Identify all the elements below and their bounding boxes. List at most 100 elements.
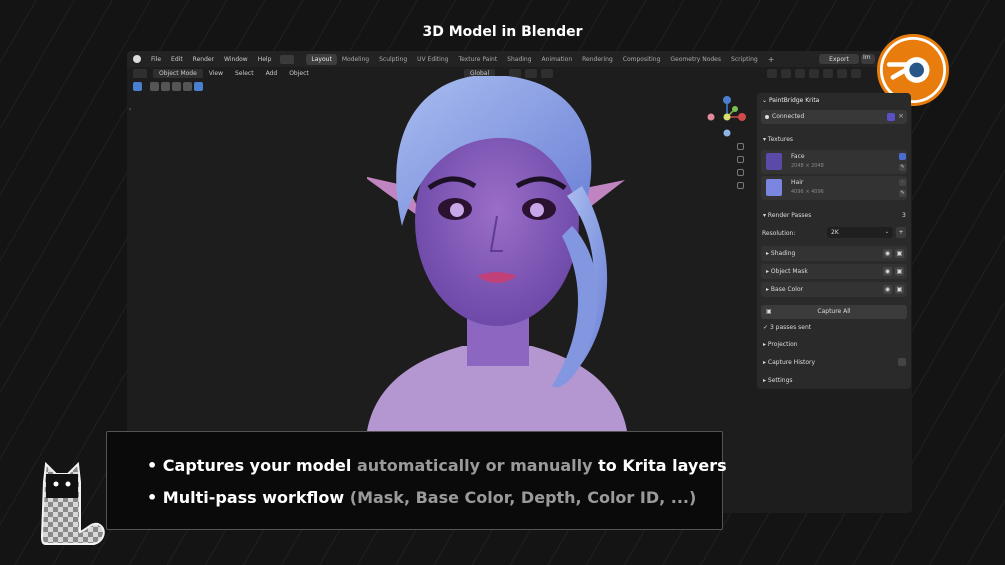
camera-view-icon[interactable]: [737, 169, 744, 176]
mode-dropdown[interactable]: Object Mode: [153, 69, 203, 78]
tab-rendering[interactable]: Rendering: [577, 54, 618, 65]
texture-item-face[interactable]: Face 2048 × 2048 ✎: [761, 150, 907, 174]
add-resolution-button[interactable]: +: [896, 227, 906, 238]
pass-label: Shading: [770, 250, 796, 257]
grid-view-icon[interactable]: [737, 182, 744, 189]
workspace-dropdown[interactable]: [280, 54, 295, 64]
menu-add[interactable]: Add: [260, 70, 284, 77]
capture-all-button[interactable]: ▣ Capture All: [761, 305, 907, 319]
blender-menu-icon[interactable]: [133, 55, 141, 63]
camera-icon: ▣: [766, 308, 772, 315]
shading-solid-button[interactable]: [823, 69, 833, 78]
toolbar-expand-icon[interactable]: ›: [129, 106, 131, 113]
texture-name: Face: [791, 153, 805, 160]
edit-texture-icon[interactable]: ✎: [899, 164, 906, 171]
resolution-label: Resolution:: [762, 230, 796, 237]
menu-edit[interactable]: Edit: [166, 56, 188, 63]
menu-render[interactable]: Render: [188, 56, 219, 63]
gizmo-toggle[interactable]: [781, 69, 791, 78]
texture-thumbnail: [766, 153, 782, 170]
select-invert-icon[interactable]: [183, 82, 192, 91]
edit-texture-icon[interactable]: ✎: [899, 190, 906, 197]
render-passes-header-text: Render Passes: [767, 212, 812, 219]
connection-status: Connected: [772, 113, 805, 120]
viewport-visibility-dropdown[interactable]: [767, 69, 777, 78]
shading-material-button[interactable]: [837, 69, 847, 78]
render-passes-count: 3: [902, 212, 906, 219]
capture-history-header-text: Capture History: [767, 359, 816, 366]
passes-sent-text: 3 passes sent: [769, 324, 812, 331]
texture-item-hair[interactable]: Hair 4096 × 4096 · ✎: [761, 176, 907, 200]
overlay-toggle[interactable]: [795, 69, 805, 78]
eye-icon[interactable]: ◉: [883, 267, 892, 276]
select-mode-toolbar: [133, 82, 203, 91]
menu-file[interactable]: File: [146, 56, 166, 63]
select-extend-icon[interactable]: [161, 82, 170, 91]
menu-help[interactable]: Help: [253, 56, 277, 63]
xray-toggle[interactable]: [809, 69, 819, 78]
import-button[interactable]: Im: [861, 54, 875, 64]
capture-history-section-header[interactable]: ▸ Capture History: [763, 359, 815, 366]
shading-rendered-button[interactable]: [851, 69, 861, 78]
menu-view[interactable]: View: [203, 70, 229, 77]
panel-title[interactable]: ⌄ PaintBridge Krita: [762, 97, 819, 104]
texture-name: Hair: [791, 179, 804, 186]
projection-header-text: Projection: [767, 341, 798, 348]
krita-icon[interactable]: [887, 113, 895, 121]
pass-row-base-color[interactable]: ▸ Base Color ◉ ▣: [761, 282, 907, 297]
disconnect-close-icon[interactable]: ×: [898, 112, 904, 120]
blender-topbar: File Edit Render Window Help Layout Mode…: [127, 51, 912, 67]
panel-title-text: PaintBridge Krita: [768, 97, 820, 104]
connection-status-row: Connected ×: [761, 110, 907, 124]
select-intersect-icon[interactable]: [194, 82, 203, 91]
texture-active-icon[interactable]: [899, 153, 906, 160]
pass-label: Object Mask: [770, 268, 808, 275]
textures-section-header[interactable]: ▾ Textures: [763, 136, 793, 143]
export-button[interactable]: Export: [819, 54, 859, 64]
tab-texture-paint[interactable]: Texture Paint: [453, 54, 502, 65]
select-subtract-icon[interactable]: [172, 82, 181, 91]
tab-animation[interactable]: Animation: [537, 54, 578, 65]
bullet-multipass: • Multi-pass workflow (Mask, Base Color,…: [147, 488, 697, 507]
tab-shading[interactable]: Shading: [502, 54, 536, 65]
resolution-dropdown[interactable]: 2K ⌄: [827, 227, 893, 238]
add-workspace-button[interactable]: +: [763, 55, 780, 64]
cat-mascot-icon: [40, 462, 105, 545]
texture-size: 2048 × 2048: [791, 163, 824, 169]
pass-row-object-mask[interactable]: ▸ Object Mask ◉ ▣: [761, 264, 907, 279]
pan-hand-icon[interactable]: [737, 156, 744, 163]
menu-window[interactable]: Window: [219, 56, 253, 63]
eye-icon[interactable]: ◉: [883, 249, 892, 258]
texture-size: 4096 × 4096: [791, 189, 824, 195]
bullet-capture-part1: Captures your model: [162, 456, 352, 475]
zoom-icon[interactable]: [737, 143, 744, 150]
editor-type-dropdown[interactable]: [133, 69, 147, 78]
tab-layout[interactable]: Layout: [306, 53, 337, 65]
tab-geometry-nodes[interactable]: Geometry Nodes: [665, 54, 726, 65]
bullet-capture-part2: automatically or manually: [356, 456, 593, 475]
projection-section-header[interactable]: ▸ Projection: [763, 341, 798, 348]
tab-scripting[interactable]: Scripting: [726, 54, 763, 65]
tab-uv-editing[interactable]: UV Editing: [412, 54, 453, 65]
tab-compositing[interactable]: Compositing: [618, 54, 666, 65]
navigation-gizmo[interactable]: [707, 95, 747, 137]
status-dot-icon: [765, 115, 769, 119]
texture-link-icon[interactable]: ·: [899, 179, 906, 186]
eye-icon[interactable]: ◉: [883, 285, 892, 294]
pass-row-shading[interactable]: ▸ Shading ◉ ▣: [761, 246, 907, 261]
select-box-icon[interactable]: [150, 82, 159, 91]
camera-icon[interactable]: ▣: [895, 285, 904, 294]
tab-modeling[interactable]: Modeling: [337, 54, 374, 65]
tab-sculpting[interactable]: Sculpting: [374, 54, 412, 65]
clear-history-icon[interactable]: [898, 358, 906, 366]
settings-section-header[interactable]: ▸ Settings: [763, 377, 793, 384]
settings-header-text: Settings: [767, 377, 793, 384]
page-title: 3D Model in Blender: [422, 24, 583, 40]
render-passes-section-header[interactable]: ▾ Render Passes: [763, 212, 811, 219]
menu-select[interactable]: Select: [229, 70, 260, 77]
select-tool-icon[interactable]: [133, 82, 142, 91]
menu-object[interactable]: Object: [283, 70, 315, 77]
camera-icon[interactable]: ▣: [895, 267, 904, 276]
camera-icon[interactable]: ▣: [895, 249, 904, 258]
character-model: [367, 76, 627, 431]
